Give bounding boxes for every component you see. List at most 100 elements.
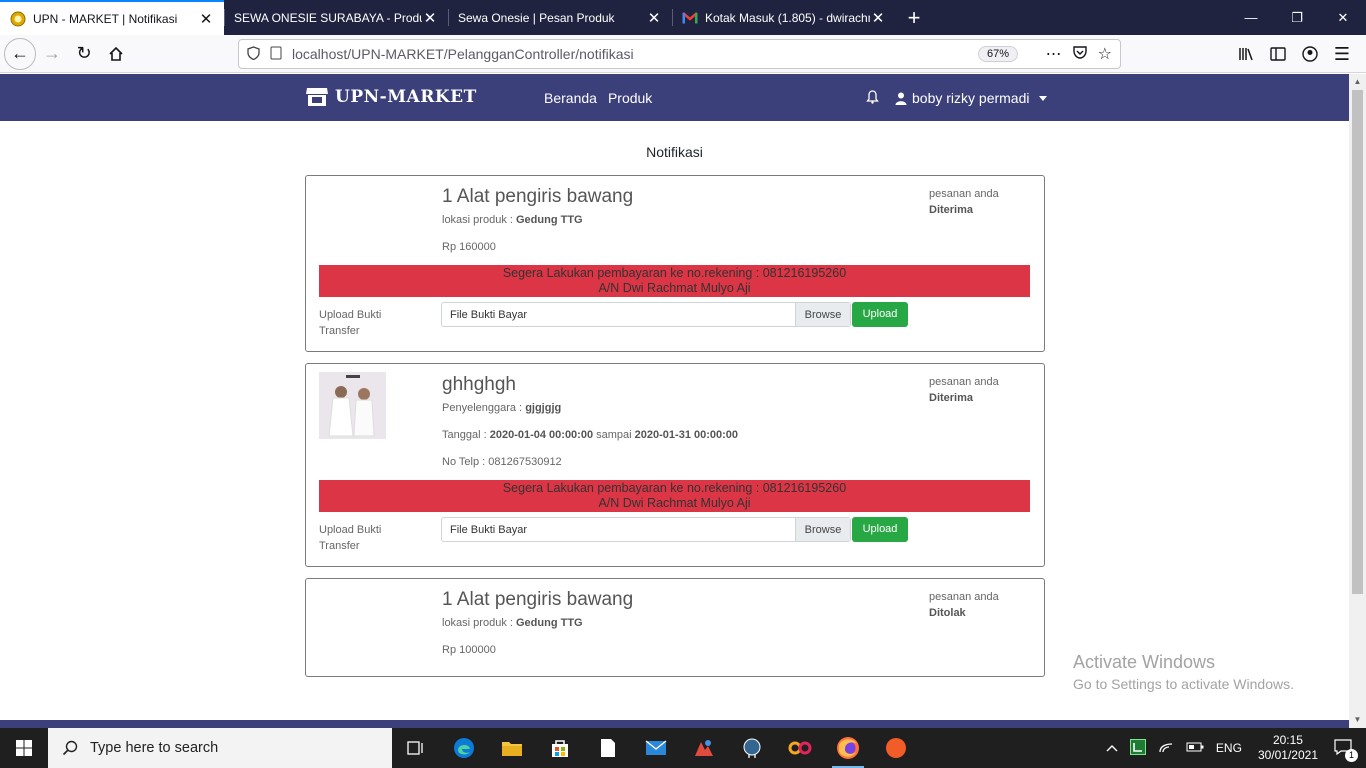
page-title: Notifikasi — [646, 144, 703, 160]
windows-taskbar: Type here to search ENG 20:15 30/01/2021… — [0, 728, 1366, 768]
window-controls: — ❐ ✕ — [1228, 0, 1366, 35]
store-icon — [306, 88, 328, 106]
search-placeholder: Type here to search — [90, 740, 219, 756]
windows-start-icon[interactable] — [0, 728, 48, 768]
notification-count-badge: 1 — [1345, 748, 1358, 762]
close-tab-icon[interactable]: ✕ — [198, 10, 214, 28]
taskbar-search[interactable]: Type here to search — [48, 728, 392, 768]
gmail-icon — [682, 10, 698, 26]
firefox-icon[interactable] — [824, 728, 872, 768]
url-path: /UPN-MARKET/PelangganController/notifika… — [347, 46, 634, 62]
tab-title: UPN - MARKET | Notifikasi — [33, 11, 178, 26]
task-view-icon[interactable] — [392, 728, 440, 768]
notification-card: 1 Alat pengiris bawang lokasi produk : G… — [305, 578, 1045, 677]
file-input[interactable]: File Bukti Bayar Browse — [441, 302, 851, 327]
tab-title: SEWA ONESIE SURABAYA - Produk — [234, 10, 422, 25]
close-tab-icon[interactable]: ✕ — [646, 9, 662, 27]
product-name: ghhghgh — [442, 374, 516, 395]
user-icon — [895, 92, 907, 105]
battery-icon[interactable] — [1186, 741, 1204, 755]
infinity-app-icon[interactable] — [776, 728, 824, 768]
shield-icon[interactable] — [247, 45, 260, 63]
restore-icon[interactable]: ❐ — [1274, 0, 1320, 35]
url-host: localhost — [292, 46, 348, 62]
back-arrow-icon[interactable]: ← — [4, 37, 36, 70]
close-window-icon[interactable]: ✕ — [1320, 0, 1366, 35]
address-bar[interactable]: localhost/UPN-MARKET/PelangganController… — [238, 39, 1121, 69]
page-icon — [270, 46, 282, 63]
compass-app-icon[interactable] — [872, 728, 920, 768]
tab-sewa-onesie-pesan[interactable]: Sewa Onesie | Pesan Produk ✕ — [448, 0, 672, 35]
event-date: Tanggal : 2020-01-04 00:00:00 sampai 202… — [442, 429, 739, 441]
upn-favicon-icon — [10, 11, 26, 27]
browser-tab-strip: UPN - MARKET | Notifikasi ✕ SEWA ONESIE … — [0, 0, 1366, 35]
file-placeholder: File Bukti Bayar — [450, 524, 528, 536]
browser-navbar: ← → ↻ localhost/UPN-MARKET/PelangganCont… — [0, 35, 1366, 73]
sidebar-icon[interactable] — [1262, 38, 1294, 70]
more-actions-icon[interactable]: ⋯ — [1046, 44, 1062, 65]
reload-icon[interactable]: ↻ — [68, 38, 100, 70]
upload-label: Upload Bukti Transfer — [319, 309, 382, 337]
library-icon[interactable] — [1230, 38, 1262, 70]
menu-produk[interactable]: Produk — [608, 90, 652, 106]
pocket-icon[interactable] — [1072, 44, 1088, 65]
product-thumbnail — [319, 372, 386, 439]
page-scrollbar[interactable]: ▲ ▼ — [1349, 74, 1366, 728]
store-app-icon[interactable] — [536, 728, 584, 768]
taskbar-clock[interactable]: 20:15 30/01/2021 — [1258, 733, 1318, 763]
tab-title: Sewa Onesie | Pesan Produk — [458, 10, 615, 25]
upload-button[interactable]: Upload — [852, 302, 908, 327]
zoom-level[interactable]: 67% — [977, 46, 1018, 62]
wifi-icon[interactable] — [1158, 740, 1174, 757]
search-icon — [62, 740, 78, 756]
tab-sewa-onesie-produk[interactable]: SEWA ONESIE SURABAYA - Produk ✕ — [224, 0, 448, 35]
file-explorer-icon[interactable] — [488, 728, 536, 768]
order-status: pesanan anda Diterima — [929, 188, 999, 216]
mail-icon[interactable] — [632, 728, 680, 768]
bell-icon[interactable] — [866, 90, 879, 109]
photo-app-icon[interactable] — [680, 728, 728, 768]
scroll-down-icon[interactable]: ▼ — [1349, 712, 1366, 728]
system-tray: ENG 20:15 30/01/2021 1 — [1100, 728, 1366, 768]
notification-center-icon[interactable]: 1 — [1334, 738, 1358, 762]
close-tab-icon[interactable]: ✕ — [870, 9, 886, 27]
edge-icon[interactable] — [440, 728, 488, 768]
tab-gmail[interactable]: Kotak Masuk (1.805) - dwirachm ✕ — [672, 0, 896, 35]
browse-button[interactable]: Browse — [795, 303, 850, 326]
menu-beranda[interactable]: Beranda — [544, 90, 597, 106]
account-icon[interactable] — [1294, 38, 1326, 70]
clock-date: 30/01/2021 — [1257, 748, 1318, 762]
document-icon[interactable] — [584, 728, 632, 768]
order-status: pesanan anda Diterima — [929, 376, 999, 404]
tab-notifikasi[interactable]: UPN - MARKET | Notifikasi ✕ — [0, 0, 224, 35]
postgres-elephant-icon[interactable] — [728, 728, 776, 768]
user-menu[interactable]: boby rizky permadi — [895, 90, 1047, 106]
upload-button[interactable]: Upload — [852, 517, 908, 542]
browse-button[interactable]: Browse — [795, 518, 850, 541]
brand-logo[interactable]: UPN-MARKET — [305, 87, 477, 107]
product-location: lokasi produk : Gedung TTG — [442, 617, 583, 629]
caret-down-icon — [1038, 95, 1047, 101]
scroll-thumb[interactable] — [1352, 90, 1363, 594]
minimize-icon[interactable]: — — [1228, 0, 1274, 35]
file-input[interactable]: File Bukti Bayar Browse — [441, 517, 851, 542]
payment-alert: Segera Lakukan pembayaran ke no.rekening… — [319, 265, 1030, 297]
close-tab-icon[interactable]: ✕ — [422, 9, 438, 27]
order-status: pesanan anda Ditolak — [929, 591, 999, 619]
activate-windows-watermark: Activate Windows Go to Settings to activ… — [1073, 652, 1294, 692]
language-indicator[interactable]: ENG — [1216, 741, 1242, 755]
forward-arrow-icon[interactable]: → — [36, 38, 68, 70]
site-footer — [0, 720, 1349, 728]
phone-number: No Telp : 081267530912 — [442, 456, 562, 468]
green-app-tray-icon[interactable] — [1129, 738, 1146, 758]
scroll-up-icon[interactable]: ▲ — [1349, 74, 1366, 90]
bookmark-star-icon[interactable]: ☆ — [1098, 44, 1112, 65]
product-price: Rp 160000 — [442, 241, 496, 253]
chevron-up-icon[interactable] — [1106, 741, 1118, 755]
home-icon[interactable] — [100, 38, 132, 70]
notification-card: ghhghgh Penyelenggara : gjgjgjg Tanggal … — [305, 363, 1045, 567]
new-tab-plus-icon[interactable]: + — [896, 0, 932, 35]
main-menu: Beranda Produk — [544, 90, 652, 106]
hamburger-menu-icon[interactable]: ☰ — [1326, 38, 1358, 70]
product-name: 1 Alat pengiris bawang — [442, 589, 634, 610]
